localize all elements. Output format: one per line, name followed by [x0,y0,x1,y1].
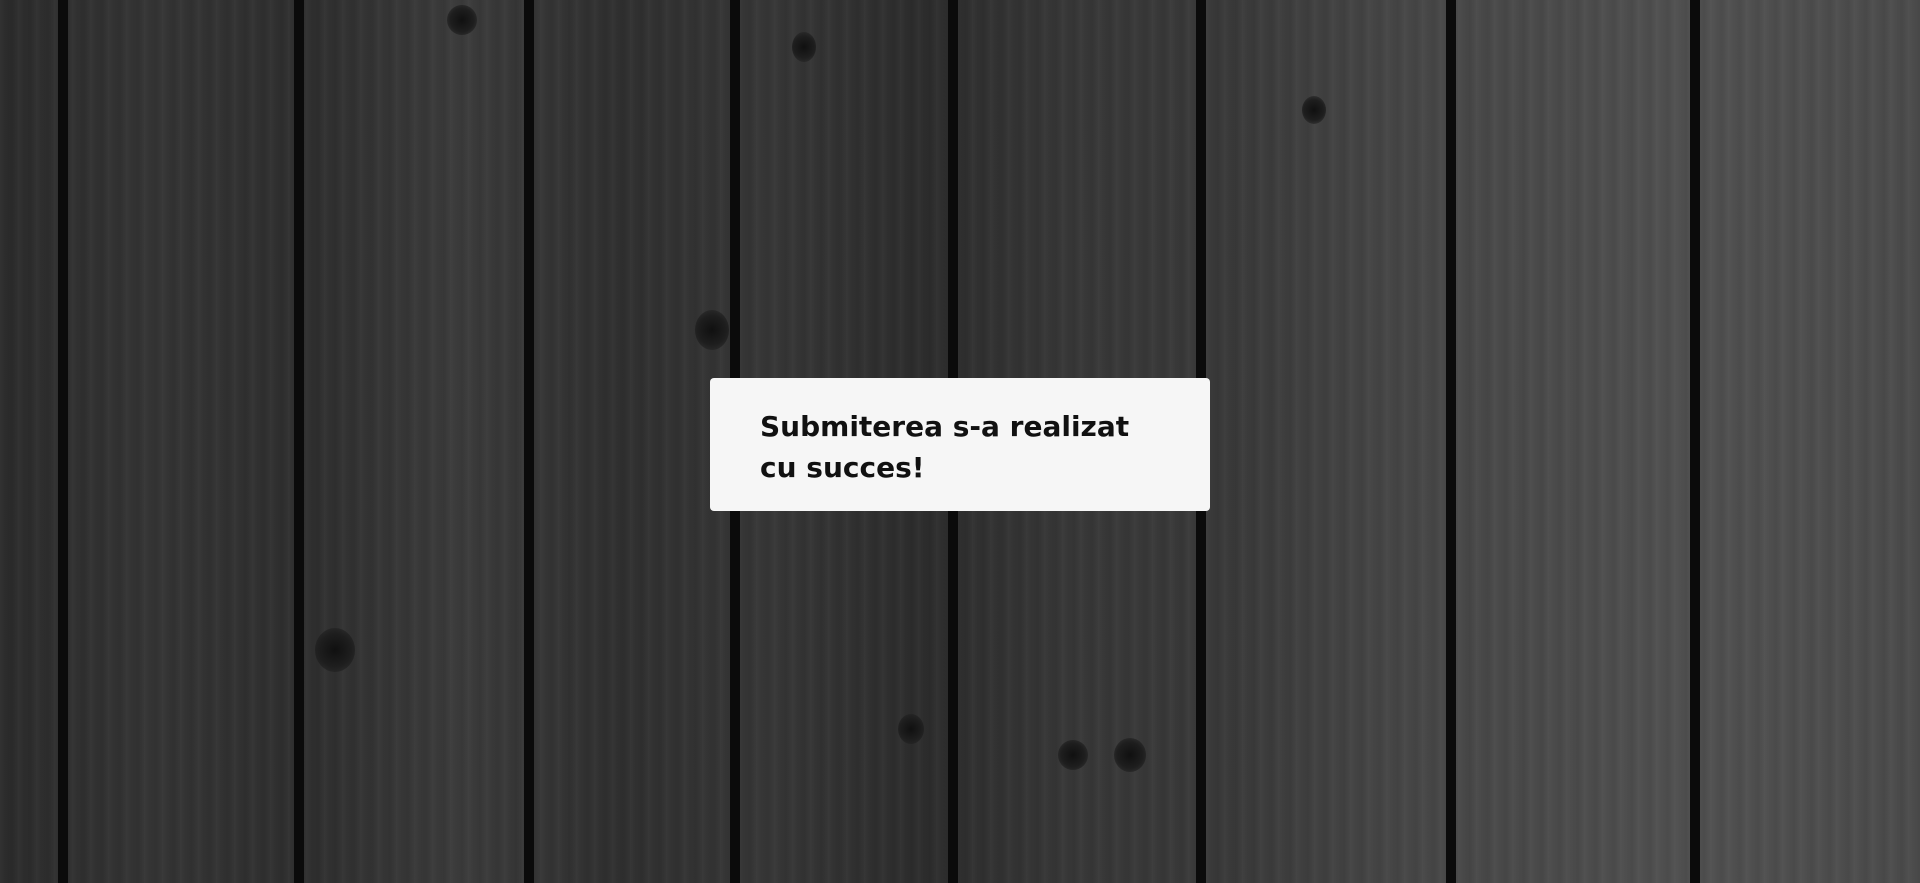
plank-gap [1690,0,1700,883]
wood-knot [792,32,816,62]
wood-knot [695,310,729,350]
wood-knot [1302,96,1326,124]
wood-knot [1058,740,1088,770]
plank-gap [294,0,304,883]
plank-gap [524,0,534,883]
success-message-text: Submiterea s-a realizat cu succes! [760,410,1130,484]
wood-knot [1114,738,1146,772]
plank-gap [58,0,68,883]
wood-knot [447,5,477,35]
wood-knot [315,628,355,672]
plank-gap [1446,0,1456,883]
wood-knot [898,714,924,744]
success-message-box: Submiterea s-a realizat cu succes! [710,378,1210,511]
